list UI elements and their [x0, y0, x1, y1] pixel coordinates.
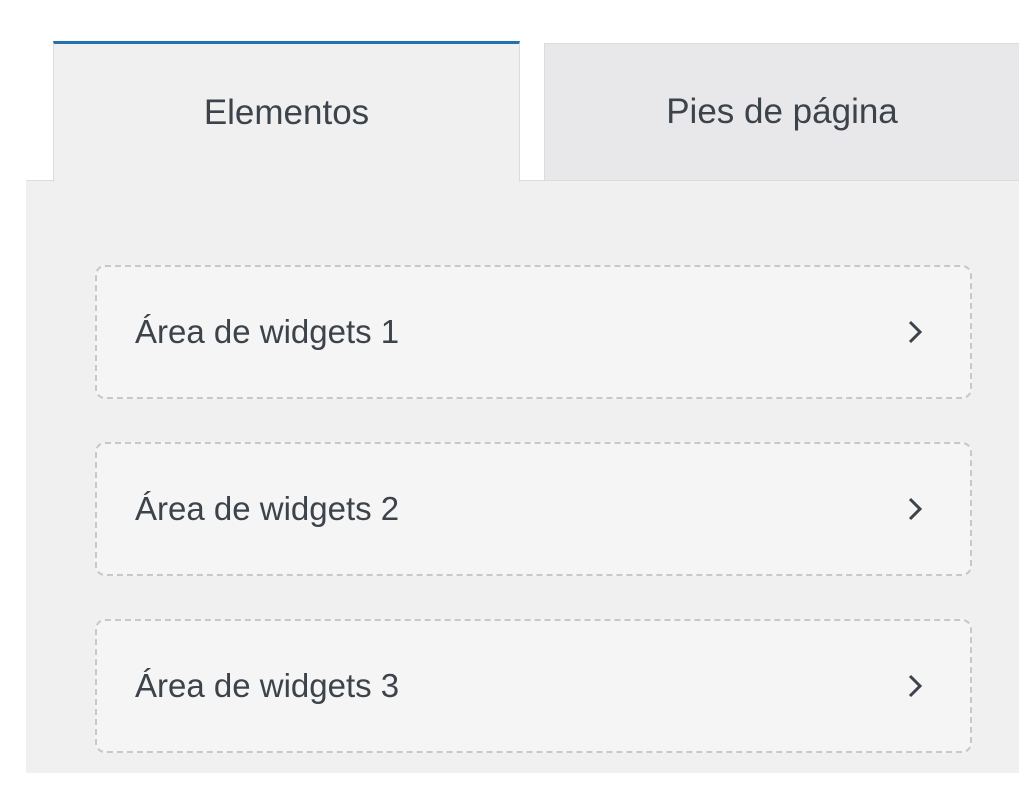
chevron-right-icon — [904, 319, 926, 345]
widget-area-item-2[interactable]: Área de widgets 2 — [95, 442, 972, 576]
chevron-right-icon — [904, 496, 926, 522]
tab-elementos[interactable]: Elementos — [53, 41, 520, 182]
customizer-panel: Elementos Pies de página Área de widgets… — [26, 0, 1019, 773]
widget-area-list: Área de widgets 1 Área de widgets 2 Área… — [95, 265, 972, 796]
tab-pies-de-pagina[interactable]: Pies de página — [544, 43, 1019, 181]
widget-area-label: Área de widgets 2 — [135, 490, 400, 527]
widget-area-item-1[interactable]: Área de widgets 1 — [95, 265, 972, 399]
chevron-right-icon — [904, 673, 926, 699]
tab-label: Pies de página — [666, 92, 898, 131]
widget-area-label: Área de widgets 3 — [135, 667, 400, 704]
widget-area-item-3[interactable]: Área de widgets 3 — [95, 619, 972, 753]
tab-label: Elementos — [203, 93, 370, 132]
widget-area-label: Área de widgets 1 — [135, 313, 400, 350]
